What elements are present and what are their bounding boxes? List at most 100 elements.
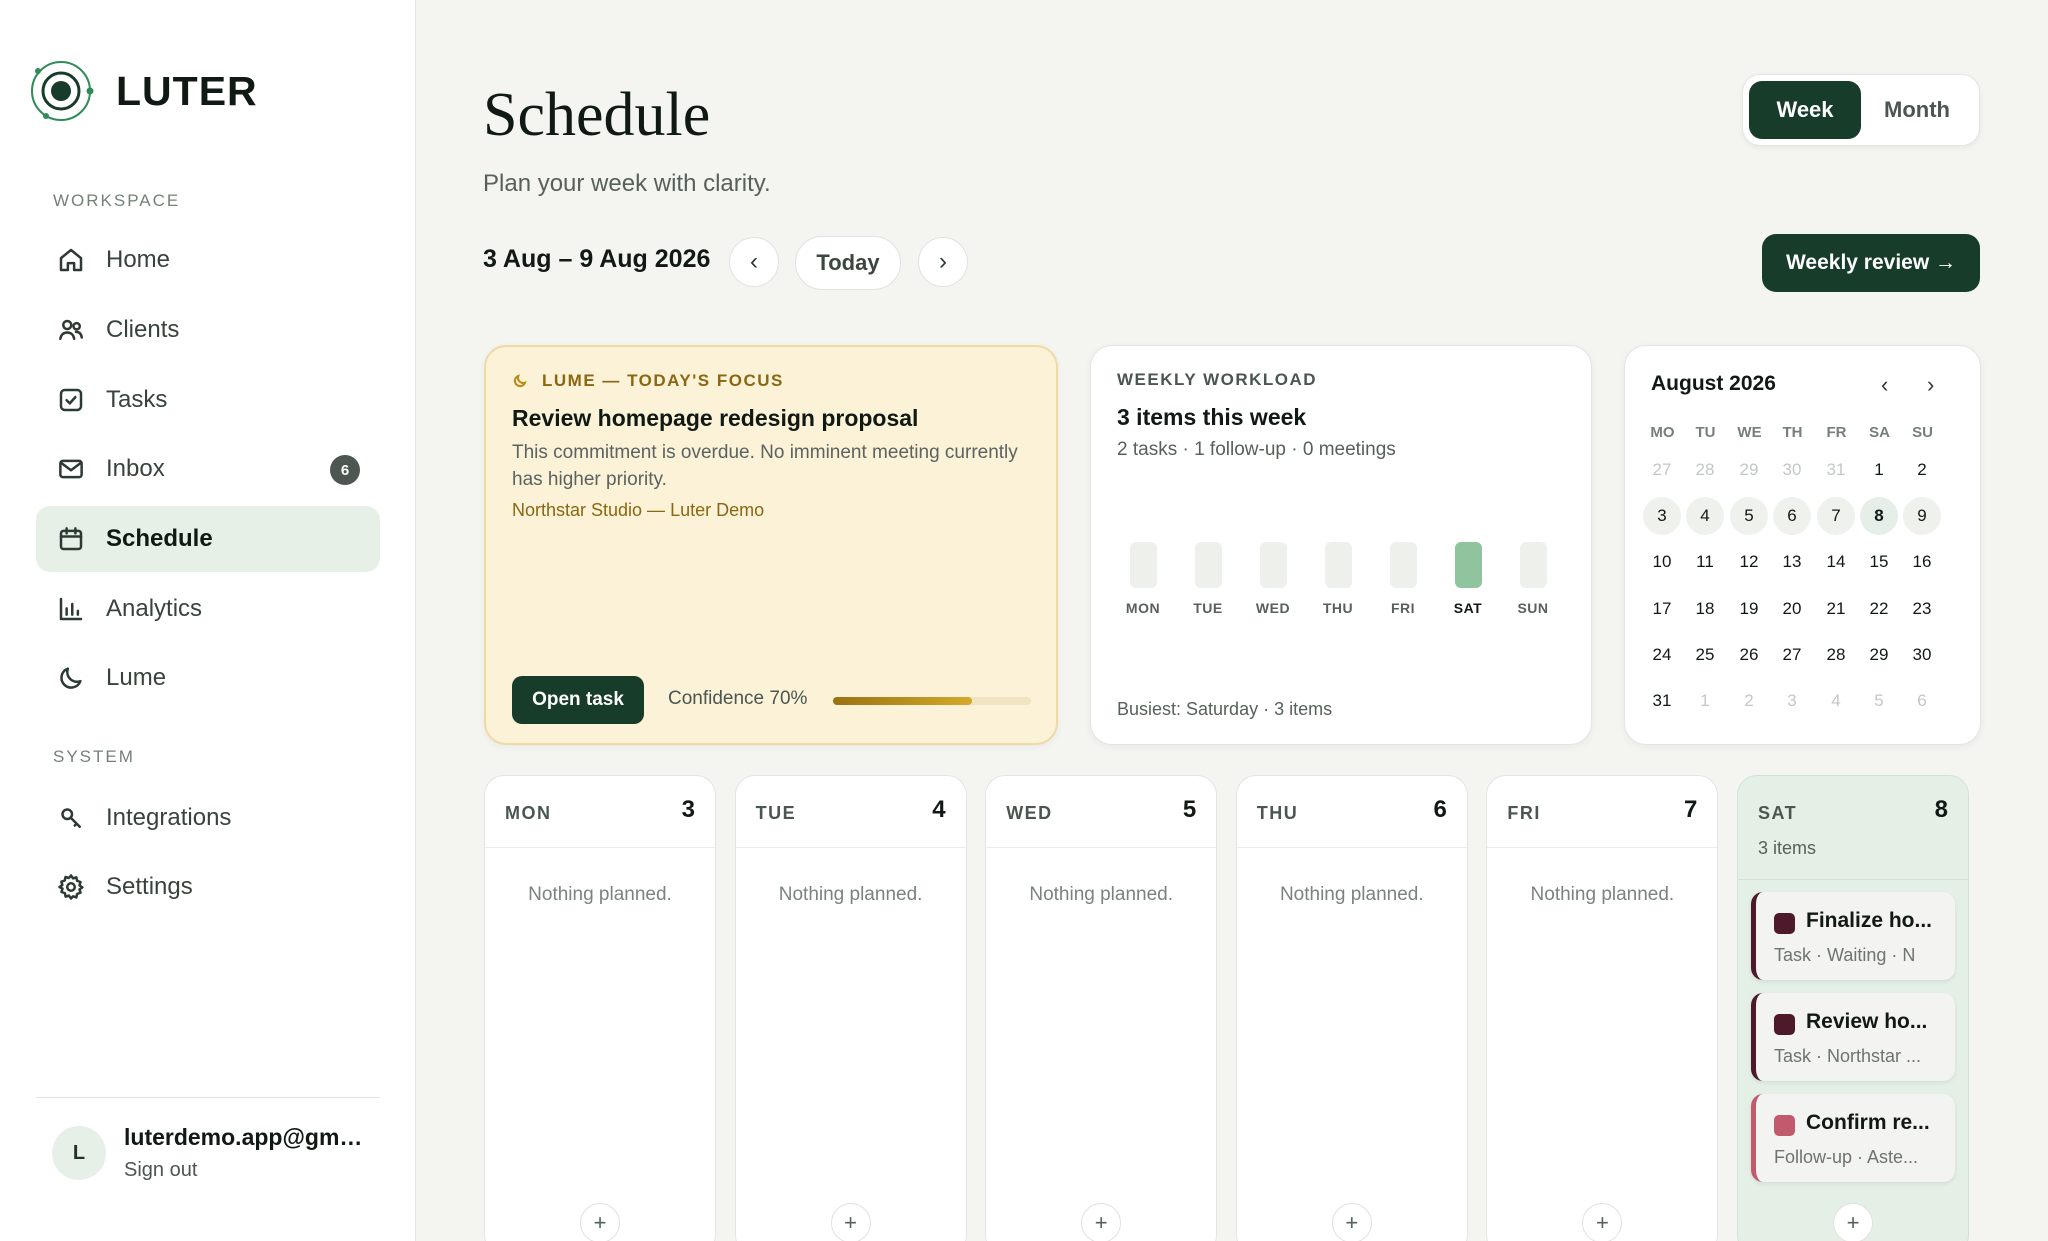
calendar-day[interactable]: 6 xyxy=(1773,497,1811,536)
calendar-day[interactable]: 16 xyxy=(1903,543,1941,581)
calendar-day[interactable]: 1 xyxy=(1686,682,1724,720)
sidebar-item-tasks[interactable]: Tasks xyxy=(36,367,380,433)
workload-bar xyxy=(1259,542,1287,588)
mail-icon xyxy=(59,459,83,479)
calendar-day[interactable]: 27 xyxy=(1643,451,1681,489)
calendar-day[interactable]: 28 xyxy=(1817,636,1855,674)
calendar-day[interactable]: 14 xyxy=(1817,543,1855,581)
calendar-day[interactable]: 29 xyxy=(1730,451,1768,489)
event-color-swatch xyxy=(1774,1115,1795,1136)
calendar-day[interactable]: 19 xyxy=(1730,590,1768,628)
month-view-button[interactable]: Month xyxy=(1861,81,1973,139)
weekday-header: SU xyxy=(1912,424,1933,441)
calendar-day[interactable]: 2 xyxy=(1730,682,1768,720)
week-view-button[interactable]: Week xyxy=(1749,81,1861,139)
add-item-button[interactable]: + xyxy=(1331,1203,1372,1241)
date-range: 3 Aug – 9 Aug 2026 xyxy=(483,245,711,273)
focus-label: LUME — TODAY'S FOCUS xyxy=(542,371,784,390)
weekday-header: FR xyxy=(1826,424,1847,441)
add-item-button[interactable]: + xyxy=(580,1203,620,1241)
calendar-day[interactable]: 4 xyxy=(1686,497,1724,536)
calendar-day[interactable]: 17 xyxy=(1643,590,1681,628)
sign-out-link[interactable]: Sign out xyxy=(124,1159,197,1182)
calendar-day[interactable]: 8 xyxy=(1860,497,1898,536)
sidebar-item-inbox[interactable]: Inbox 6 xyxy=(36,436,380,502)
calendar-day[interactable]: 23 xyxy=(1903,590,1941,628)
calendar-day[interactable]: 3 xyxy=(1643,497,1681,536)
calendar-day[interactable]: 30 xyxy=(1773,451,1811,489)
calendar-day[interactable]: 31 xyxy=(1643,682,1681,720)
confidence-label: Confidence 70% xyxy=(668,688,808,709)
calendar-day[interactable]: 29 xyxy=(1860,636,1898,674)
calendar-day[interactable]: 27 xyxy=(1773,636,1811,674)
next-week-button[interactable]: › xyxy=(918,237,968,287)
day-item-count: 3 items xyxy=(1758,838,1817,858)
day-column-mon: MON 3 Nothing planned. + xyxy=(484,775,716,1241)
calendar-day[interactable]: 24 xyxy=(1643,636,1681,674)
sidebar-item-integrations[interactable]: Integrations xyxy=(36,785,380,851)
calendar-day[interactable]: 18 xyxy=(1686,590,1724,628)
add-item-button[interactable]: + xyxy=(830,1203,871,1241)
calendar-day[interactable]: 26 xyxy=(1730,636,1768,674)
day-name: MON xyxy=(505,803,552,823)
mini-calendar: August 2026 ‹ › MO TU WE TH FR SA SU 27 28 29 30 31… xyxy=(1624,345,1981,745)
focus-client[interactable]: Northstar Studio — Luter Demo xyxy=(512,500,764,521)
calendar-day[interactable]: 21 xyxy=(1817,590,1855,628)
calendar-day[interactable]: 15 xyxy=(1860,543,1898,581)
sidebar-item-home[interactable]: Home xyxy=(36,227,380,293)
weekly-review-button[interactable]: Weekly review → xyxy=(1762,234,1980,292)
workload-bar xyxy=(1129,542,1157,588)
sidebar-item-analytics[interactable]: Analytics xyxy=(36,576,380,642)
workload-bar-fri: FRI xyxy=(1378,542,1428,616)
moon-icon xyxy=(513,374,527,388)
sidebar-item-clients[interactable]: Clients xyxy=(36,297,380,363)
calendar-day[interactable]: 12 xyxy=(1730,543,1768,581)
sidebar-item-label: Lume xyxy=(106,664,167,691)
add-item-button[interactable]: + xyxy=(1081,1203,1122,1241)
calendar-day[interactable]: 2 xyxy=(1903,451,1941,489)
prev-week-button[interactable]: ‹ xyxy=(729,237,779,287)
event-card[interactable]: Finalize ho... Task · Waiting · N xyxy=(1751,892,1955,980)
calendar-day[interactable]: 5 xyxy=(1730,497,1768,536)
calendar-day[interactable]: 11 xyxy=(1686,543,1724,581)
calendar-day[interactable]: 25 xyxy=(1686,636,1724,674)
day-number: 4 xyxy=(932,796,946,823)
next-month-button[interactable]: › xyxy=(1927,372,1934,398)
calendar-day[interactable]: 20 xyxy=(1773,590,1811,628)
inbox-count-badge: 6 xyxy=(330,455,360,485)
calendar-day[interactable]: 9 xyxy=(1903,497,1941,536)
gear-icon xyxy=(58,874,84,900)
calendar-day[interactable]: 10 xyxy=(1643,543,1681,581)
brand-logo[interactable]: LUTER xyxy=(28,58,258,124)
calendar-day[interactable]: 30 xyxy=(1903,636,1941,674)
sidebar-item-label: Schedule xyxy=(106,525,213,552)
calendar-day[interactable]: 5 xyxy=(1860,682,1898,720)
calendar-day[interactable]: 7 xyxy=(1817,497,1855,536)
moon-icon xyxy=(60,667,82,689)
sidebar-item-label: Integrations xyxy=(106,804,232,831)
sidebar-item-lume[interactable]: Lume xyxy=(36,645,380,711)
prev-month-button[interactable]: ‹ xyxy=(1881,372,1888,398)
calendar-day[interactable]: 13 xyxy=(1773,543,1811,581)
calendar-day[interactable]: 6 xyxy=(1903,682,1941,720)
event-card[interactable]: Review ho... Task · Northstar ... xyxy=(1751,993,1955,1081)
calendar-day[interactable]: 1 xyxy=(1860,451,1898,489)
calendar-day[interactable]: 31 xyxy=(1817,451,1855,489)
add-item-button[interactable]: + xyxy=(1582,1203,1623,1241)
event-meta: Follow-up · Aste... xyxy=(1774,1147,1919,1167)
calendar-day[interactable]: 4 xyxy=(1817,682,1855,720)
sidebar-item-label: Clients xyxy=(106,316,180,343)
event-card[interactable]: Confirm re... Follow-up · Aste... xyxy=(1751,1094,1955,1182)
today-button[interactable]: Today xyxy=(795,236,901,290)
calendar-day[interactable]: 28 xyxy=(1686,451,1724,489)
sidebar-item-settings[interactable]: Settings xyxy=(36,854,380,920)
calendar-day[interactable]: 3 xyxy=(1773,682,1811,720)
day-name: TUE xyxy=(755,803,797,823)
sidebar-item-label: Home xyxy=(106,246,171,273)
add-item-button[interactable]: + xyxy=(1833,1203,1873,1241)
open-task-button[interactable]: Open task xyxy=(512,676,644,724)
sidebar-item-schedule[interactable]: Schedule xyxy=(36,506,380,572)
day-column-tue: TUE 4 Nothing planned. + xyxy=(734,775,967,1241)
workload-bar xyxy=(1454,542,1482,588)
calendar-day[interactable]: 22 xyxy=(1860,590,1898,628)
